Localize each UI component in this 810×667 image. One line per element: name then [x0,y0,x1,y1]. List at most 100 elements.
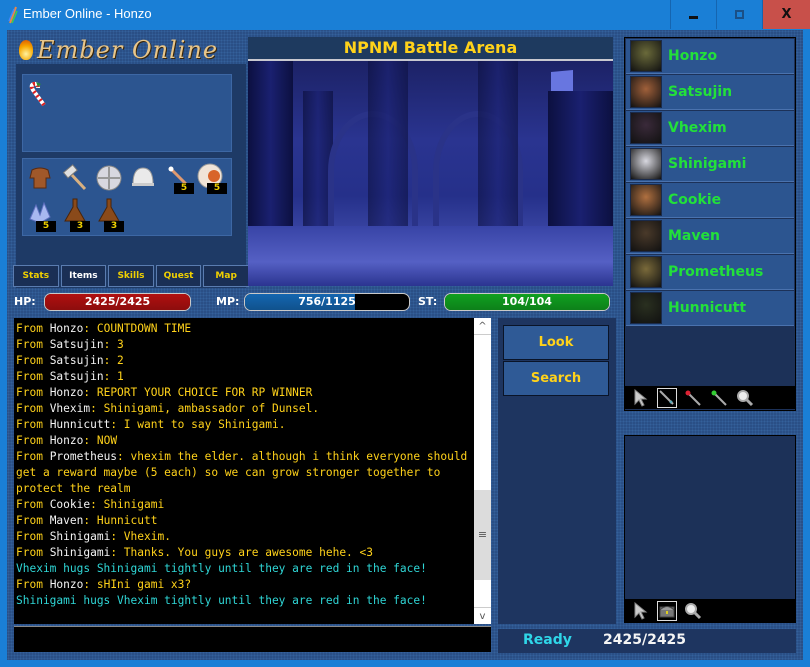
chat-message: From Satsujin: 2 [16,353,474,369]
chat-sender: Honzo [49,578,84,591]
chat-from: From [16,546,50,559]
pointer-icon[interactable] [631,601,651,621]
look-button[interactable]: Look [503,325,609,360]
chat-sender: Honzo [49,434,84,447]
tab-skills[interactable]: Skills [108,265,154,287]
chat-lines: From Honzo: COUNTDOWN TIME From Satsujin:… [16,321,474,609]
chat-sender: Prometheus [49,450,118,463]
tab-stats[interactable]: Stats [13,265,59,287]
chat-scrollbar[interactable]: ^ ≡ v [474,318,491,624]
green-wand-icon[interactable] [709,388,729,408]
chat-message: From Honzo: COUNTDOWN TIME [16,321,474,337]
emote-text: Shinigami hugs Vhexim tightly until they… [16,594,427,607]
player-row[interactable]: Prometheus [626,255,794,290]
close-button[interactable]: X [762,0,810,29]
chat-text: : NOW [83,434,118,447]
character-panel: 5 5 5 3 3 [16,64,246,288]
magnifier-icon[interactable] [683,601,703,621]
player-name: Maven [668,228,720,244]
crystal-quantity: 5 [36,221,56,232]
chat-text: : Hunnicutt [83,514,158,527]
player-row[interactable]: Hunnicutt [626,291,794,326]
chat-text: : 2 [103,354,124,367]
st-value: 104/104 [502,295,552,308]
helmet-icon[interactable] [129,164,157,192]
candy-cane-icon[interactable] [24,81,52,109]
inventory-slots: 5 5 5 3 3 [22,158,232,236]
scene-floor [248,226,613,286]
player-row[interactable]: Cookie [626,183,794,218]
player-row[interactable]: Shinigami [626,147,794,182]
chest-icon[interactable] [657,600,677,621]
chat-sender: Honzo [49,386,84,399]
mp-bar: 756/1125 [244,293,410,311]
wand-quantity: 5 [174,183,194,194]
player-name: Shinigami [668,156,747,172]
ground-toolbar [625,599,795,622]
magnifier-icon[interactable] [735,388,755,408]
player-row[interactable]: Honzo [626,39,794,74]
player-name: Honzo [668,48,718,64]
title-bar: Ember Online - Honzo X [0,0,810,30]
emote-text: Vhexim hugs Shinigami tightly until they… [16,562,427,575]
maximize-button[interactable] [716,0,762,29]
maximize-icon [735,10,744,19]
player-name: Vhexim [668,120,727,136]
chat-from: From [16,418,50,431]
character-tabs: Stats Items Skills Quest Map [13,265,249,287]
chat-message: From Satsujin: 3 [16,337,474,353]
leather-armor-icon[interactable] [26,164,54,192]
red-wand-icon[interactable] [683,388,703,408]
tab-items[interactable]: Items [60,265,107,287]
scroll-thumb[interactable]: ≡ [474,490,491,580]
status-hp: 2425/2425 [603,632,687,648]
scroll-down-button[interactable]: v [474,607,491,624]
scroll-up-button[interactable]: ^ [474,318,491,335]
player-name: Hunnicutt [668,300,747,316]
chat-text: : REPORT YOUR CHOICE FOR RP WINNER [83,386,313,399]
chat-text: : I want to say Shinigami. [110,418,286,431]
chat-log[interactable]: From Honzo: COUNTDOWN TIME From Satsujin:… [14,318,474,624]
player-row[interactable]: Maven [626,219,794,254]
status-bar: Ready 2425/2425 [498,629,796,653]
player-row[interactable]: Satsujin [626,75,794,110]
tab-map[interactable]: Map [203,265,249,287]
player-portrait [630,256,662,288]
search-button[interactable]: Search [503,361,609,396]
chat-emote: Vhexim hugs Shinigami tightly until they… [16,561,474,577]
player-name: Prometheus [668,264,764,280]
sword-icon[interactable] [657,387,677,408]
player-row[interactable]: Vhexim [626,111,794,146]
chat-sender: Satsujin [49,354,104,367]
action-panel: Look Search [498,318,616,624]
chat-message: From Honzo: sHIni gami x3? [16,577,474,593]
chat-message: From Hunnicutt: I want to say Shinigami. [16,417,474,433]
player-name: Cookie [668,192,722,208]
chat-message: From Honzo: REPORT YOUR CHOICE FOR RP WI… [16,385,474,401]
st-bar: 104/104 [444,293,610,311]
scene-view[interactable] [248,61,613,286]
chat-from: From [16,338,50,351]
pointer-icon[interactable] [631,388,651,408]
player-portrait [630,112,662,144]
chat-message: From Cookie: Shinigami [16,497,474,513]
hammer-icon[interactable] [61,164,89,192]
minimize-button[interactable] [670,0,716,29]
chat-text: : sHIni gami x3? [83,578,192,591]
hp-value: 2425/2425 [84,295,151,308]
player-portrait [630,292,662,324]
app-icon [8,6,18,24]
round-shield-icon[interactable] [95,164,123,192]
chat-sender: Shinigami [49,530,111,543]
chat-input[interactable] [14,626,491,652]
chat-from: From [16,578,50,591]
player-portrait [630,220,662,252]
chat-message: From Prometheus: vhexim the elder. altho… [16,449,474,497]
hp-label: HP: [14,295,36,308]
chat-sender: Maven [49,514,84,527]
mp-label: MP: [216,295,240,308]
chat-message: From Vhexim: Shinigami, ambassador of Du… [16,401,474,417]
chat-from: From [16,402,50,415]
chat-message: From Maven: Hunnicutt [16,513,474,529]
tab-quest[interactable]: Quest [155,265,202,287]
